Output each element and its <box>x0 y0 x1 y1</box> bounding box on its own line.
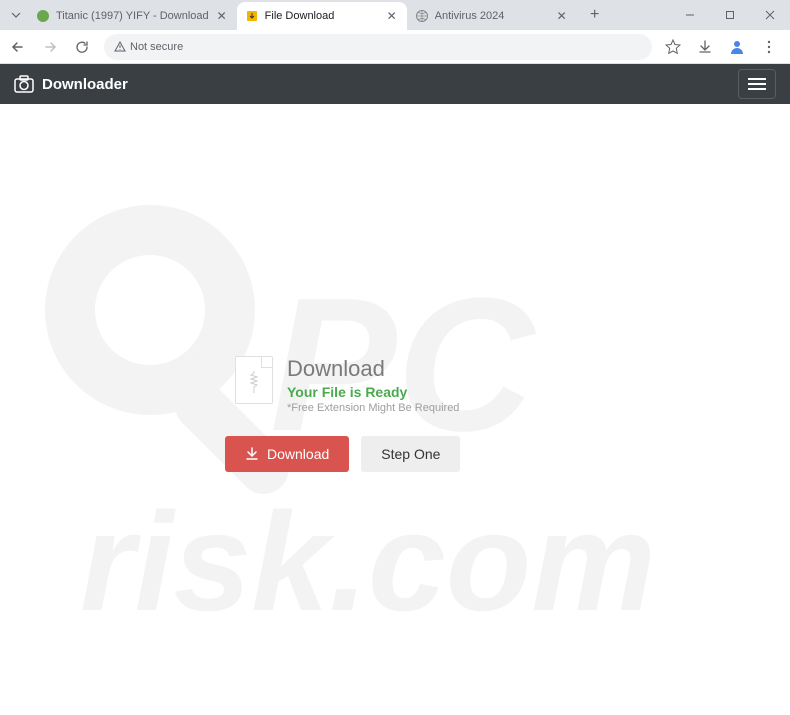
browser-tab-bar: Titanic (1997) YIFY - Download ✕ File Do… <box>0 0 790 30</box>
tab-title: File Download <box>265 10 379 22</box>
browser-toolbar: Not secure <box>0 30 790 64</box>
page-content: Download Your File is Ready *Free Extens… <box>0 104 790 715</box>
kebab-icon <box>762 40 776 54</box>
forward-button[interactable] <box>40 37 60 57</box>
globe-favicon-icon <box>415 9 429 23</box>
reload-button[interactable] <box>72 37 92 57</box>
profile-button[interactable] <box>728 38 746 56</box>
warning-icon <box>114 41 126 53</box>
hamburger-line-icon <box>748 78 766 80</box>
tab-title: Antivirus 2024 <box>435 10 549 22</box>
arrow-left-icon <box>11 40 25 54</box>
tab-title: Titanic (1997) YIFY - Download <box>56 10 209 22</box>
security-indicator[interactable]: Not secure <box>114 41 183 53</box>
profile-icon <box>729 39 745 55</box>
back-button[interactable] <box>8 37 28 57</box>
maximize-icon <box>725 10 735 20</box>
tab-antivirus[interactable]: Antivirus 2024 ✕ <box>407 2 577 30</box>
chevron-down-icon <box>11 10 21 20</box>
zipper-icon <box>250 371 258 395</box>
file-ready-label: Your File is Ready <box>287 384 555 400</box>
maximize-button[interactable] <box>710 1 750 29</box>
brand-label: Downloader <box>42 76 128 93</box>
download-favicon-icon <box>245 9 259 23</box>
brand[interactable]: Downloader <box>14 75 128 93</box>
minimize-icon <box>685 10 695 20</box>
minimize-button[interactable] <box>670 1 710 29</box>
bookmark-button[interactable] <box>664 38 682 56</box>
close-window-button[interactable] <box>750 1 790 29</box>
downloads-button[interactable] <box>696 38 714 56</box>
new-tab-button[interactable]: + <box>581 1 609 29</box>
page-navbar: Downloader <box>0 64 790 104</box>
close-icon[interactable]: ✕ <box>385 9 399 23</box>
arrow-right-icon <box>43 40 57 54</box>
hamburger-menu[interactable] <box>738 69 776 99</box>
download-icon <box>245 447 259 461</box>
tab-search-dropdown[interactable] <box>4 3 28 27</box>
star-icon <box>665 39 681 55</box>
download-panel: Download Your File is Ready *Free Extens… <box>235 356 555 472</box>
not-secure-label: Not secure <box>130 41 183 53</box>
download-button-label: Download <box>267 446 329 462</box>
download-title: Download <box>287 356 555 382</box>
hamburger-line-icon <box>748 88 766 90</box>
zip-file-icon <box>235 356 273 404</box>
tab-file-download[interactable]: File Download ✕ <box>237 2 407 30</box>
step-one-label: Step One <box>381 446 440 462</box>
yify-favicon-icon <box>36 9 50 23</box>
camera-icon <box>14 75 34 93</box>
extension-note: *Free Extension Might Be Required <box>287 402 555 414</box>
window-controls <box>670 1 790 29</box>
tab-titanic[interactable]: Titanic (1997) YIFY - Download ✕ <box>28 2 237 30</box>
close-icon <box>765 10 775 20</box>
close-icon[interactable]: ✕ <box>215 9 229 23</box>
address-bar[interactable]: Not secure <box>104 34 652 60</box>
download-button[interactable]: Download <box>225 436 349 472</box>
step-one-button[interactable]: Step One <box>361 436 460 472</box>
menu-button[interactable] <box>760 38 778 56</box>
download-icon <box>697 39 713 55</box>
close-icon[interactable]: ✕ <box>555 9 569 23</box>
hamburger-line-icon <box>748 83 766 85</box>
reload-icon <box>75 40 89 54</box>
